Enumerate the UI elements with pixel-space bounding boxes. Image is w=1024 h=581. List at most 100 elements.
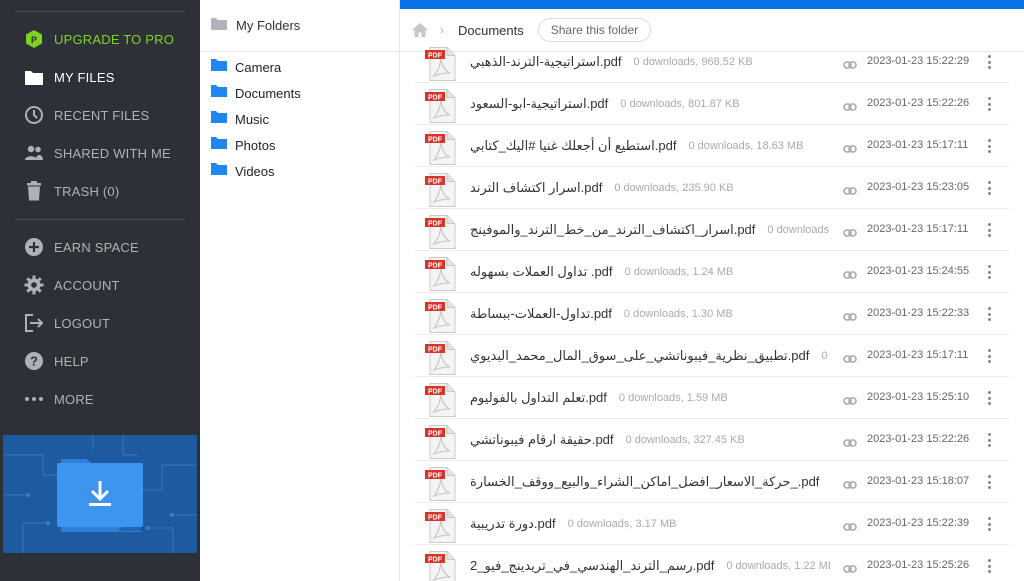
file-name[interactable]: تطبيق_نظرية_فيبوناتشي_على_سوق_المال_محمد… (470, 348, 809, 364)
more-options-icon[interactable] (985, 54, 993, 70)
sidebar-item-logout[interactable]: LOGOUT (0, 304, 200, 342)
share-link-icon[interactable] (843, 309, 857, 321)
svg-text:PDF: PDF (428, 389, 443, 396)
folder-icon (211, 110, 227, 128)
file-row[interactable]: PDF دورة تدريبية.pdf 0 downloads, 3.17 MB 2… (415, 503, 1009, 545)
more-options-icon[interactable] (985, 180, 993, 196)
folder-tree-header[interactable]: My Folders (200, 0, 399, 52)
svg-text:?: ? (30, 354, 38, 369)
file-meta: 0 downloads, 18.63 MB (688, 140, 804, 152)
file-date: 2023-01-23 15:22:29 (867, 55, 970, 67)
more-options-icon[interactable] (985, 558, 993, 574)
more-options-icon[interactable] (985, 306, 993, 322)
file-row[interactable]: PDF تعلم التداول بالفوليوم.pdf 0 downloads… (415, 377, 1009, 419)
file-row[interactable]: PDF تطبيق_نظرية_فيبوناتشي_على_سوق_المال_م… (415, 335, 1009, 377)
breadcrumb-current-folder[interactable]: Documents (458, 23, 524, 38)
share-link-icon[interactable] (843, 57, 857, 69)
more-options-icon[interactable] (985, 138, 993, 154)
more-options-icon[interactable] (985, 222, 993, 238)
file-row[interactable]: PDF استراتيجية-الترند-الذهبي.pdf 0 downloa… (415, 41, 1009, 83)
sidebar-item-trash[interactable]: TRASH (0) (0, 172, 200, 210)
tree-folder-camera[interactable]: Camera (200, 54, 399, 80)
more-options-icon[interactable] (985, 348, 993, 364)
file-row[interactable]: PDF اسرار اكتشاف الترند.pdf 0 downloads, 2… (415, 167, 1009, 209)
file-name-wrap: استطيع أن أجعلك غنيا #اليك_كتابي.pdf 0 do… (470, 125, 830, 167)
folder-icon (211, 58, 227, 76)
file-name[interactable]: استراتيجية-الترند-الذهبي.pdf (470, 54, 622, 70)
share-link-icon[interactable] (843, 267, 857, 279)
share-link-icon[interactable] (843, 519, 857, 531)
share-link-icon[interactable] (843, 351, 857, 363)
file-name[interactable]: رسم_الترند_الهندسي_في_تريدينج_فيو_2.pdf (470, 558, 714, 574)
sidebar-item-more[interactable]: MORE (0, 380, 200, 418)
more-options-icon[interactable] (985, 516, 993, 532)
folder-icon (211, 17, 227, 35)
more-options-icon[interactable] (985, 474, 993, 490)
tree-folder-videos[interactable]: Videos (200, 158, 399, 184)
folder-icon (24, 67, 44, 87)
file-name[interactable]: اسرار اكتشاف الترند.pdf (470, 180, 602, 196)
file-name[interactable]: تعلم التداول بالفوليوم.pdf (470, 390, 607, 406)
sidebar-item-help[interactable]: ? HELP (0, 342, 200, 380)
share-link-icon[interactable] (843, 183, 857, 195)
sidebar-item-recent-files[interactable]: RECENT FILES (0, 96, 200, 134)
svg-text:PDF: PDF (428, 95, 443, 102)
sidebar-item-my-files[interactable]: MY FILES (0, 58, 200, 96)
sidebar-item-shared[interactable]: SHARED WITH ME (0, 134, 200, 172)
share-folder-button[interactable]: Share this folder (537, 18, 652, 42)
tree-folder-documents[interactable]: Documents (200, 80, 399, 106)
share-link-icon[interactable] (843, 477, 857, 489)
file-name[interactable]: اسرار_اكتشاف_الترند_من_خط_الترند_والموفي… (470, 222, 755, 238)
more-options-icon[interactable] (985, 432, 993, 448)
file-name[interactable]: تداول العملات بسهوله .pdf (470, 264, 613, 280)
more-options-icon[interactable] (985, 390, 993, 406)
share-link-icon[interactable] (843, 561, 857, 573)
share-link-icon[interactable] (843, 225, 857, 237)
file-name[interactable]: تداول-العملات-ببساطة.pdf (470, 306, 612, 322)
top-accent-bar (400, 0, 1024, 9)
file-row[interactable]: PDF تداول-العملات-ببساطة.pdf 0 downloads, … (415, 293, 1009, 335)
share-link-icon[interactable] (843, 99, 857, 111)
sidebar-item-label: EARN SPACE (54, 239, 139, 255)
pdf-file-icon: PDF (425, 89, 457, 123)
file-row[interactable]: PDF رسم_الترند_الهندسي_في_تريدينج_فيو_2.p… (415, 545, 1009, 581)
file-name[interactable]: استطيع أن أجعلك غنيا #اليك_كتابي.pdf (470, 138, 676, 154)
file-name[interactable]: حقيقة ارقام فيبوناتشي.pdf (470, 432, 614, 448)
file-meta: 0 downloads, 968.52 KB (633, 56, 753, 68)
main-sidebar: P UPGRADE TO PRO MY FILES RECENT FILES S… (0, 0, 200, 581)
svg-text:PDF: PDF (428, 263, 443, 270)
file-row[interactable]: PDF اسرار_اكتشاف_الترند_من_خط_الترند_والم… (415, 209, 1009, 251)
file-row[interactable]: PDF حقيقة ارقام فيبوناتشي.pdf 0 downloads,… (415, 419, 1009, 461)
sidebar-item-account[interactable]: ACCOUNT (0, 266, 200, 304)
file-name-wrap: اسرار اكتشاف الترند.pdf 0 downloads, 235.… (470, 167, 830, 209)
share-link-icon[interactable] (843, 141, 857, 153)
tree-folder-label: Music (235, 111, 269, 127)
share-link-icon[interactable] (843, 435, 857, 447)
desktop-app-promo-banner[interactable] (3, 435, 197, 553)
svg-text:PDF: PDF (428, 515, 443, 522)
file-meta: 0 downloads, 235.90 KB (614, 182, 734, 194)
file-row[interactable]: PDF استطيع أن أجعلك غنيا #اليك_كتابي.pdf 0… (415, 125, 1009, 167)
chevron-right-icon: › (440, 23, 444, 37)
tree-folder-photos[interactable]: Photos (200, 132, 399, 158)
home-icon[interactable] (412, 23, 428, 37)
sidebar-item-upgrade[interactable]: P UPGRADE TO PRO (0, 20, 200, 58)
sidebar-item-earn-space[interactable]: EARN SPACE (0, 228, 200, 266)
more-options-icon[interactable] (985, 96, 993, 112)
more-options-icon[interactable] (985, 264, 993, 280)
tree-folder-music[interactable]: Music (200, 106, 399, 132)
svg-text:PDF: PDF (428, 137, 443, 144)
share-link-icon[interactable] (843, 393, 857, 405)
svg-text:PDF: PDF (428, 347, 443, 354)
pdf-file-icon: PDF (425, 551, 457, 581)
file-row[interactable]: PDF استراتيجية-ابو-السعود.pdf 0 downloads,… (415, 83, 1009, 125)
help-icon: ? (24, 351, 44, 371)
file-row[interactable]: PDF تداول العملات بسهوله .pdf 0 downloads,… (415, 251, 1009, 293)
file-name[interactable]: حركة_الاسعار_افضل_اماكن_الشراء_والبيع_وو… (470, 474, 819, 490)
file-row[interactable]: PDF حركة_الاسعار_افضل_اماكن_الشراء_والبيع… (415, 461, 1009, 503)
file-name[interactable]: دورة تدريبية.pdf (470, 516, 556, 532)
file-name[interactable]: استراتيجية-ابو-السعود.pdf (470, 96, 608, 112)
file-name-wrap: رسم_الترند_الهندسي_في_تريدينج_فيو_2.pdf 0… (470, 545, 830, 581)
file-name-wrap: استراتيجية-ابو-السعود.pdf 0 downloads, 80… (470, 83, 830, 125)
file-meta: 0 downloads, 236.32 KB (767, 224, 830, 236)
